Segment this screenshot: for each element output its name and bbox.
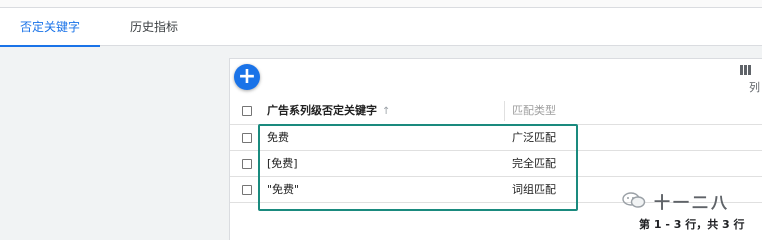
keyword-cell: "免费" — [267, 183, 300, 196]
columns-icon — [740, 65, 752, 75]
match-type-cell: 完全匹配 — [512, 157, 556, 170]
table-row[interactable]: [免费] 完全匹配 — [230, 151, 762, 177]
row-checkbox[interactable] — [242, 159, 252, 169]
match-type-cell: 词组匹配 — [512, 183, 556, 196]
column-header-keyword[interactable]: 广告系列级否定关键字 ↑ — [267, 97, 390, 126]
row-checkbox[interactable] — [242, 185, 252, 195]
table-header-row: 广告系列级否定关键字 ↑ 匹配类型 — [230, 97, 762, 125]
keyword-cell: 免费 — [267, 131, 289, 144]
watermark-text: 十一二八 — [654, 193, 731, 212]
keyword-cell: [免费] — [267, 157, 298, 170]
select-all-checkbox[interactable] — [242, 106, 252, 116]
column-divider — [504, 101, 505, 121]
columns-label: 列 — [749, 81, 760, 94]
active-tab-indicator — [0, 45, 100, 47]
tab-history-metrics[interactable]: 历史指标 — [104, 8, 204, 46]
top-strip — [0, 0, 762, 8]
sort-arrow-icon: ↑ — [382, 106, 391, 117]
wechat-icon — [622, 192, 646, 208]
row-checkbox[interactable] — [242, 133, 252, 143]
column-header-keyword-label: 广告系列级否定关键字 — [267, 104, 377, 117]
tab-bar: 否定关键字 历史指标 — [0, 8, 762, 47]
add-keyword-button[interactable]: + — [234, 64, 260, 90]
columns-button[interactable]: 列 — [730, 62, 760, 96]
tab-negative-keywords-label: 否定关键字 — [19, 20, 80, 34]
tab-negative-keywords[interactable]: 否定关键字 — [0, 8, 100, 47]
table-row[interactable]: 免费 广泛匹配 — [230, 125, 762, 151]
tab-history-metrics-label: 历史指标 — [129, 20, 178, 34]
pagination-summary: 第 1 - 3 行，共 3 行 — [639, 218, 745, 231]
match-type-cell: 广泛匹配 — [512, 131, 556, 144]
column-header-match-type[interactable]: 匹配类型 — [512, 97, 556, 125]
